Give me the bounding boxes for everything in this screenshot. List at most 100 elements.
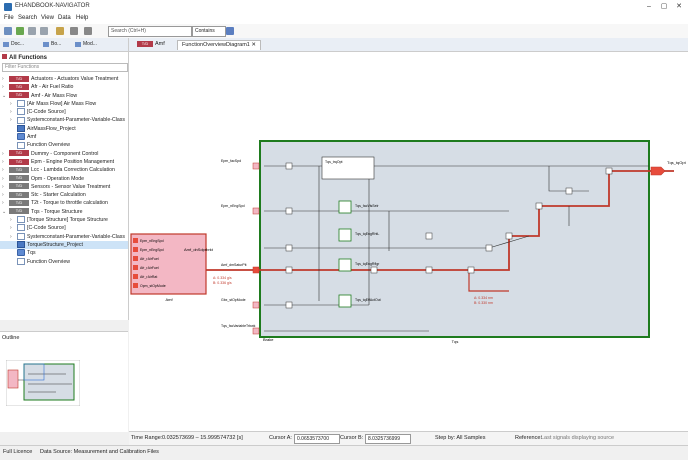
chevron-right-icon[interactable]: › [10,108,12,116]
reference-value[interactable]: Last signals displaying source [541,435,614,441]
operator-node[interactable] [285,162,293,170]
tree-item[interactable]: › T/D Dummy - Component Control [0,150,128,158]
tree-item[interactable]: › [Air Mass Flow] Air Mass Flow [0,100,128,108]
tree-item[interactable]: › [Torque Structure] Torque Structure [0,216,128,224]
tree-item[interactable]: ⌄ T/D Amf - Air Mass Flow [0,92,128,100]
operator-node[interactable] [285,207,293,215]
open-icon[interactable] [16,27,24,35]
chevron-down-icon[interactable]: ⌄ [2,208,6,216]
operator-node[interactable] [505,232,513,240]
cursor-a-field[interactable]: 0.0653573700 [294,434,340,444]
tab-amf[interactable]: T/D Amf [133,40,169,49]
tree-item[interactable]: › T/D Sensors - Sensor Value Treatment [0,183,128,191]
tqs-input-port[interactable] [252,162,260,170]
close-icon[interactable]: ✕ [672,1,686,12]
operator-node[interactable] [285,266,293,274]
menu-help[interactable]: Help [76,15,88,21]
tab-documents[interactable]: Doc... [2,40,24,49]
operator-node[interactable] [285,244,293,252]
amf-input-port[interactable] [133,283,138,288]
chevron-right-icon[interactable]: › [2,158,4,166]
tqs-input-port[interactable] [252,327,260,335]
outline-tab[interactable]: Outline [2,335,19,341]
tqs-input-port[interactable] [252,207,260,215]
menu-data[interactable]: Data [58,15,71,21]
chevron-right-icon[interactable]: › [2,166,4,174]
tree-item[interactable]: Tqs [0,249,128,257]
tab-models[interactable]: Mod... [74,40,97,49]
menu-search[interactable]: Search [18,15,37,21]
output-port[interactable] [650,166,666,176]
inner-block-green-2[interactable] [338,228,352,242]
search-input[interactable]: Search (Ctrl+H) [108,26,192,37]
operator-node[interactable] [565,187,573,195]
chevron-right-icon[interactable]: › [10,100,12,108]
tree-item[interactable]: › T/D Epm - Engine Position Management [0,158,128,166]
search-go-icon[interactable] [226,27,234,35]
amf-input-port[interactable] [133,247,138,252]
datasource-label[interactable]: Data Source: Measurement and Calibration… [40,449,159,455]
operator-node[interactable] [370,266,378,274]
tab-bookmarks[interactable]: Bo... [42,40,61,49]
amf-input-port[interactable] [133,238,138,243]
outline-preview[interactable] [6,360,80,406]
tree-item[interactable]: › T/D Stc - Starter Calculation [0,191,128,199]
operator-node[interactable] [285,301,293,309]
chevron-right-icon[interactable]: › [2,183,4,191]
operator-node[interactable] [425,232,433,240]
amf-input-port[interactable] [133,274,138,279]
inner-block-green-3[interactable] [338,258,352,272]
tree-item[interactable]: Function Overview [0,141,128,149]
tool-icon[interactable] [28,27,36,35]
tree-item[interactable]: › T/D Lcc - Lambda Correction Calculation [0,166,128,174]
save-icon[interactable] [40,27,48,35]
tree-item[interactable]: › T/D Opm - Operation Mode [0,175,128,183]
operator-node[interactable] [605,167,613,175]
tree-item[interactable]: › [C-Code Source] [0,108,128,116]
step-label[interactable]: Step by: All Samples [435,435,485,441]
tree-item[interactable]: › Systemconstant-Parameter-Variable-Class [0,232,128,241]
chevron-right-icon[interactable]: › [10,233,12,241]
tree-item[interactable]: › T/D Actuators - Actuators Value Treatmen… [0,75,128,83]
operator-node[interactable] [535,202,543,210]
tree-item[interactable]: Amf [0,133,128,141]
grid-icon[interactable] [4,27,12,35]
diagram-canvas[interactable]: Amf Amf_dnSdprbrkt Epm_nEngSpd Epm_nEngSp… [129,51,688,431]
tree-item[interactable]: › Systemconstant-Parameter-Variable-Class [0,116,128,124]
chevron-right-icon[interactable]: › [2,150,4,158]
menu-file[interactable]: File [4,15,14,21]
chevron-right-icon[interactable]: › [2,199,4,207]
chevron-right-icon[interactable]: › [2,191,4,199]
folder-icon[interactable] [56,27,64,35]
chevron-down-icon[interactable]: ⌄ [2,92,6,100]
inner-block-green-1[interactable] [338,200,352,214]
tree-item[interactable]: AirMassFlow_Project [0,124,128,133]
operator-node[interactable] [467,266,475,274]
tqs-main-block[interactable] [259,140,650,338]
operator-node[interactable] [425,266,433,274]
chevron-right-icon[interactable]: › [10,216,12,224]
back-icon[interactable] [70,27,78,35]
inner-block-green-4[interactable] [338,294,352,308]
contains-dropdown[interactable]: Contains [192,26,226,37]
tab-function-overview-diagram[interactable]: FunctionOverviewDiagram1 ✕ [177,40,261,50]
chevron-right-icon[interactable]: › [2,175,4,183]
chevron-right-icon[interactable]: › [2,83,4,91]
operator-node[interactable] [485,244,493,252]
tree-item[interactable]: › T/D T2t - Torque to throttle calculation [0,199,128,207]
menu-view[interactable]: View [41,15,54,21]
forward-icon[interactable] [84,27,92,35]
chevron-right-icon[interactable]: › [2,75,4,83]
amf-input-port[interactable] [133,256,138,261]
filter-functions-input[interactable]: Filter Functions [2,63,128,72]
tree-item[interactable]: ⌄ T/D Tqs - Torque Structure [0,208,128,216]
minimize-icon[interactable]: – [642,1,656,12]
tree-item[interactable]: › [C-Code Source] [0,224,128,232]
tree-item[interactable]: › T/D Afr - Air Fuel Ratio [0,83,128,91]
cursor-b-field[interactable]: 8.0325736999 [365,434,411,444]
amf-input-port[interactable] [133,265,138,270]
tqs-input-port[interactable] [252,266,260,274]
maximize-icon[interactable]: ▢ [657,1,671,12]
chevron-right-icon[interactable]: › [10,116,12,124]
tree-item[interactable]: Function Overview [0,257,128,266]
